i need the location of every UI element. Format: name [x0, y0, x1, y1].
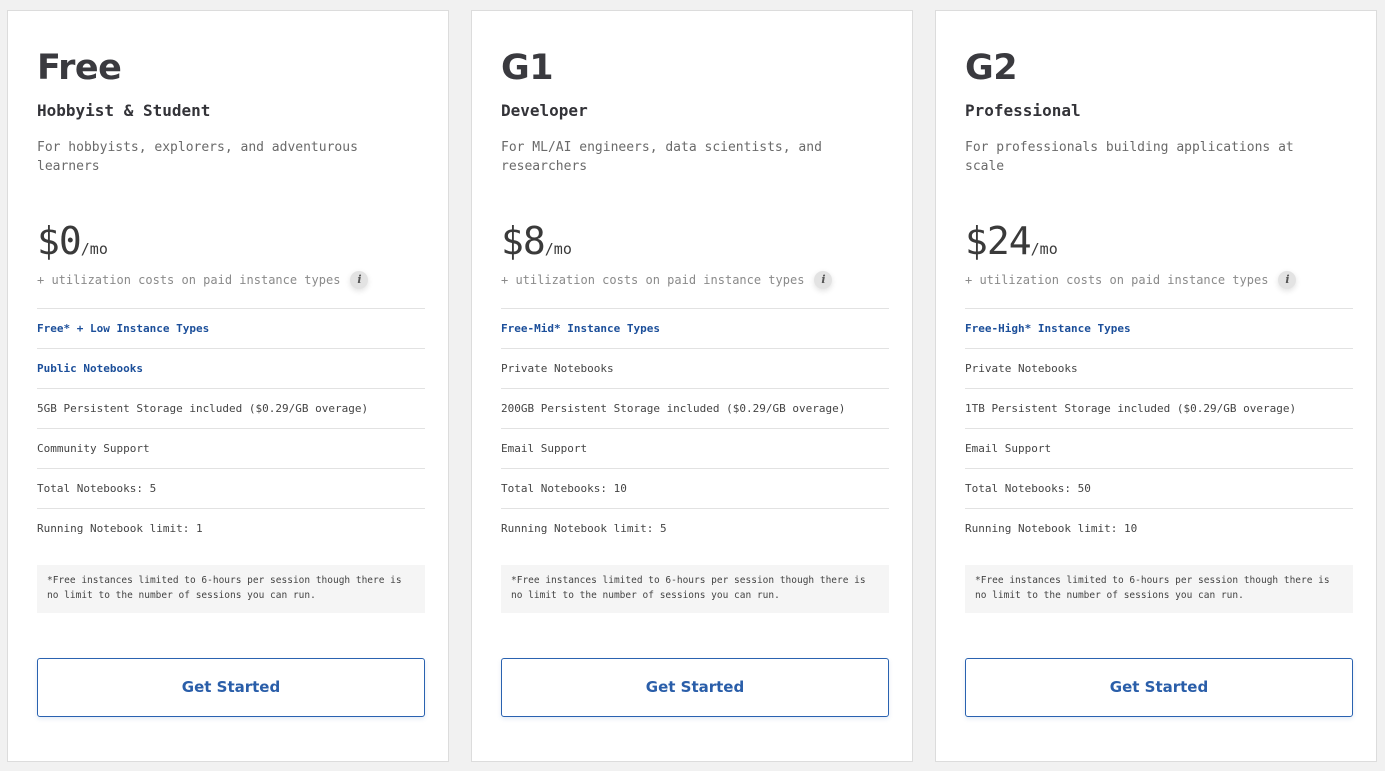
- feature-list: Free* + Low Instance Types Public Notebo…: [37, 308, 425, 548]
- get-started-button[interactable]: Get Started: [37, 658, 425, 717]
- feature-running-limit: Running Notebook limit: 10: [965, 522, 1138, 535]
- get-started-button[interactable]: Get Started: [501, 658, 889, 717]
- info-icon[interactable]: i: [350, 271, 369, 289]
- feature-list: Free-High* Instance Types Private Notebo…: [965, 308, 1353, 548]
- plan-price: $8: [501, 219, 546, 263]
- info-icon[interactable]: i: [1278, 271, 1297, 289]
- feature-total-notebooks: Total Notebooks: 10: [501, 469, 889, 509]
- feature-notebook-visibility: Public Notebooks: [37, 349, 425, 389]
- feature-instance-types: Free-High* Instance Types: [965, 309, 1353, 349]
- feature-notebook-visibility: Private Notebooks: [965, 349, 1353, 389]
- plan-card-content: G2 Professional For professionals buildi…: [965, 11, 1353, 761]
- feature-storage: 1TB Persistent Storage included ($0.29/G…: [965, 389, 1353, 429]
- plan-card-g1: G1 Developer For ML/AI engineers, data s…: [471, 10, 913, 762]
- feature-running-limit: Running Notebook limit: 1: [37, 522, 203, 535]
- plan-card-content: Free Hobbyist & Student For hobbyists, e…: [37, 11, 425, 761]
- free-instance-note: *Free instances limited to 6-hours per s…: [37, 565, 425, 613]
- free-instance-note: *Free instances limited to 6-hours per s…: [501, 565, 889, 613]
- utilization-text: + utilization costs on paid instance typ…: [37, 273, 341, 287]
- price-row: $0/mo: [37, 216, 108, 266]
- feature-total-notebooks: Total Notebooks: 50: [965, 469, 1353, 509]
- feature-total-notebooks: Total Notebooks: 5: [37, 469, 425, 509]
- plan-price: $0: [37, 219, 82, 263]
- plan-card-free: Free Hobbyist & Student For hobbyists, e…: [7, 10, 449, 762]
- price-period: /mo: [544, 240, 572, 258]
- feature-support: Email Support: [965, 429, 1353, 469]
- plan-description: For professionals building applications …: [965, 140, 1294, 174]
- plan-name: G1: [501, 48, 554, 88]
- feature-list: Free-Mid* Instance Types Private Noteboo…: [501, 308, 889, 548]
- feature-support: Community Support: [37, 429, 425, 469]
- price-period: /mo: [1030, 240, 1058, 258]
- utilization-note: + utilization costs on paid instance typ…: [965, 269, 1353, 291]
- pricing-plans: Free Hobbyist & Student For hobbyists, e…: [0, 0, 1385, 771]
- utilization-note: + utilization costs on paid instance typ…: [37, 269, 425, 291]
- plan-name: Free: [37, 48, 122, 88]
- utilization-text: + utilization costs on paid instance typ…: [501, 273, 805, 287]
- plan-price: $24: [965, 219, 1032, 263]
- get-started-button[interactable]: Get Started: [965, 658, 1353, 717]
- price-period: /mo: [80, 240, 108, 258]
- plan-tagline: Hobbyist & Student: [37, 101, 211, 120]
- plan-name: G2: [965, 48, 1018, 88]
- info-icon[interactable]: i: [814, 271, 833, 289]
- plan-tagline: Professional: [965, 101, 1081, 120]
- feature-instance-types: Free* + Low Instance Types: [37, 309, 425, 349]
- plan-description: For hobbyists, explorers, and adventurou…: [37, 140, 358, 174]
- free-instance-note: *Free instances limited to 6-hours per s…: [965, 565, 1353, 613]
- utilization-note: + utilization costs on paid instance typ…: [501, 269, 889, 291]
- plan-description: For ML/AI engineers, data scientists, an…: [501, 140, 822, 174]
- utilization-text: + utilization costs on paid instance typ…: [965, 273, 1269, 287]
- feature-storage: 5GB Persistent Storage included ($0.29/G…: [37, 389, 425, 429]
- feature-storage: 200GB Persistent Storage included ($0.29…: [501, 389, 889, 429]
- plan-card-content: G1 Developer For ML/AI engineers, data s…: [501, 11, 889, 761]
- feature-running-limit: Running Notebook limit: 5: [501, 522, 667, 535]
- price-row: $8/mo: [501, 216, 572, 266]
- plan-card-g2: G2 Professional For professionals buildi…: [935, 10, 1377, 762]
- feature-notebook-visibility: Private Notebooks: [501, 349, 889, 389]
- price-row: $24/mo: [965, 216, 1058, 266]
- feature-instance-types: Free-Mid* Instance Types: [501, 309, 889, 349]
- feature-support: Email Support: [501, 429, 889, 469]
- plan-tagline: Developer: [501, 101, 588, 120]
